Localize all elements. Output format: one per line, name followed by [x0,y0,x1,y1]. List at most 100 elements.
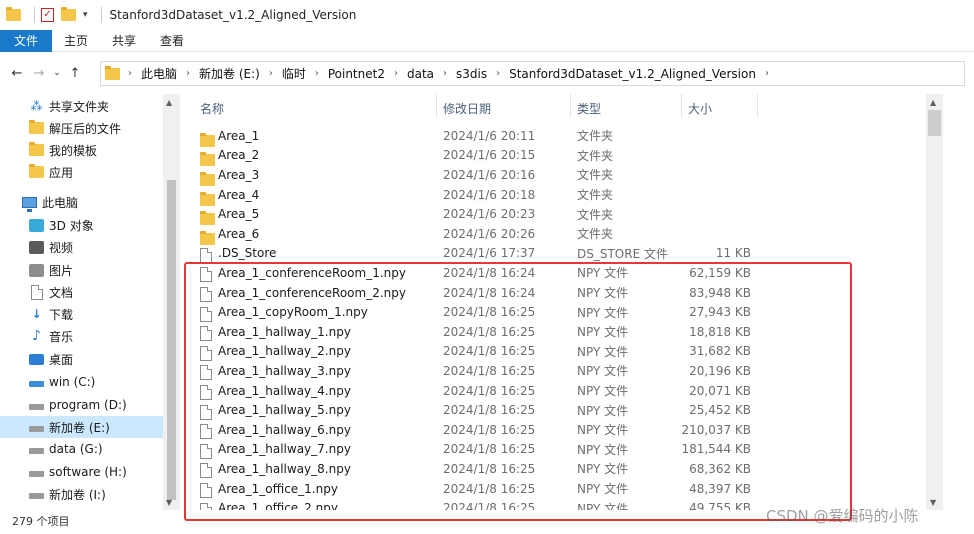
sidebar-item-label: 视频 [49,240,74,255]
column-header-date[interactable]: 修改日期 [443,100,491,117]
breadcrumb-s3dis[interactable]: s3dis [456,67,487,81]
sidebar-item-documents[interactable]: 文档 [0,281,163,303]
sidebar-item-drive-e[interactable]: 新加卷 (E:) [0,416,163,438]
breadcrumb-current-folder[interactable]: Stanford3dDataset_v1.2_Aligned_Version [509,67,756,81]
drive-icon [29,448,44,454]
drive-icon [29,493,44,499]
sort-ascending-icon: ^ [312,94,320,101]
scrollbar-thumb[interactable] [167,180,176,500]
file-name: Area_6 [218,226,260,241]
scroll-up-arrow-icon[interactable]: ▲ [930,98,936,107]
tab-view[interactable]: 查看 [148,30,196,52]
drive-icon [29,381,44,387]
column-header-type[interactable]: 类型 [577,100,601,117]
file-list-scrollbar[interactable]: ▲ ▼ [926,94,943,510]
file-modified-date: 2024/1/6 20:15 [443,148,536,163]
sidebar-item-desktop[interactable]: 桌面 [0,348,163,370]
file-row[interactable]: Area_1 2024/1/6 20:11 文件夹 [180,126,926,147]
breadcrumb-separator-icon[interactable]: › [269,68,273,79]
customize-toolbar-dropdown-icon[interactable]: ▾ [83,10,88,20]
file-name: Area_2 [218,148,260,163]
file-row[interactable]: .DS_Store 2024/1/6 17:37 DS_STORE 文件 11 KB [180,244,926,264]
sidebar-item-apps[interactable]: 应用 [0,161,163,183]
sidebar-item-drive-d[interactable]: program (D:) [0,394,163,416]
sidebar-item-drive-g[interactable]: data (G:) [0,438,163,460]
breadcrumb-pointnet2[interactable]: Pointnet2 [328,67,385,81]
properties-checkmark-icon[interactable]: ✓ [41,8,54,22]
back-arrow-icon[interactable]: ← [6,66,28,81]
sidebar-item-pictures[interactable]: 图片 [0,259,163,281]
sidebar-item-downloads[interactable]: ↓ 下载 [0,303,163,325]
sidebar-item-extracted-files[interactable]: 解压后的文件 [0,117,163,139]
computer-icon [22,196,37,212]
breadcrumb-separator-icon[interactable]: › [496,68,500,79]
file-row[interactable]: Area_6 2024/1/6 20:26 文件夹 [180,224,926,245]
file-explorer-window: ✓ ▾ Stanford3dDataset_v1.2_Aligned_Versi… [0,0,974,534]
file-modified-date: 2024/1/6 17:37 [443,246,536,261]
sidebar-item-label: 共享文件夹 [49,99,110,114]
breadcrumb-separator-icon[interactable]: › [186,68,190,79]
drive-icon [29,404,44,410]
column-divider[interactable] [436,94,437,118]
breadcrumb-separator-icon[interactable]: › [394,68,398,79]
file-name: Area_3 [218,167,260,182]
navigation-pane: ⁂ 共享文件夹 解压后的文件 我的模板 应用 此电脑 3D 对象 视频 图片 文档… [0,94,180,510]
breadcrumb-separator-icon[interactable]: › [443,68,447,79]
recent-locations-chevron-icon[interactable]: ⌄ [50,68,64,78]
3d-objects-icon [29,218,44,232]
tab-home[interactable]: 主页 [52,30,100,52]
navigation-pane-scrollbar[interactable]: ▲ ▼ [163,94,180,510]
sidebar-item-drive-c[interactable]: win (C:) [0,371,163,393]
scroll-up-arrow-icon[interactable]: ▲ [166,98,172,107]
scrollbar-thumb[interactable] [928,110,941,136]
ribbon-tabs: 文件 主页 共享 查看 [0,30,974,52]
sidebar-item-shared-folder[interactable]: ⁂ 共享文件夹 [0,95,163,117]
file-row[interactable]: Area_5 2024/1/6 20:23 文件夹 [180,204,926,226]
address-bar[interactable]: › 此电脑 › 新加卷 (E:) › 临时 › Pointnet2 › data… [100,61,965,86]
file-row[interactable]: Area_4 2024/1/6 20:18 文件夹 [180,185,926,206]
drive-icon [29,426,44,432]
file-row[interactable]: Area_3 2024/1/6 20:16 文件夹 [180,165,926,186]
sidebar-item-label: 图片 [49,263,74,278]
sidebar-item-music[interactable]: ♪ 音乐 [0,325,163,347]
file-type: 文件夹 [577,227,614,242]
file-name: Area_5 [218,207,260,222]
drive-icon [29,471,44,477]
column-header-size[interactable]: 大小 [688,100,712,117]
breadcrumb-separator-icon[interactable]: › [128,68,132,79]
sidebar-item-label: data (G:) [49,442,103,456]
file-type: 文件夹 [577,188,614,203]
sidebar-item-videos[interactable]: 视频 [0,236,163,258]
breadcrumb-temp[interactable]: 临时 [282,65,306,82]
sidebar-item-label: 桌面 [49,352,74,367]
forward-arrow-icon[interactable]: → [28,66,50,81]
column-header-name[interactable]: 名称 [200,100,224,117]
tab-share[interactable]: 共享 [100,30,148,52]
breadcrumb-drive-e[interactable]: 新加卷 (E:) [199,65,260,82]
sidebar-item-drive-h[interactable]: software (H:) [0,461,163,483]
breadcrumb-separator-icon[interactable]: › [765,68,769,79]
column-divider[interactable] [681,94,682,118]
folder-icon [29,164,44,178]
sidebar-item-this-pc[interactable]: 此电脑 [0,191,163,213]
column-divider[interactable] [757,94,758,118]
file-size: 11 KB [715,246,751,261]
scroll-down-arrow-icon[interactable]: ▼ [930,498,936,507]
sidebar-item-label: 下载 [49,307,74,322]
sidebar-item-3d-objects[interactable]: 3D 对象 [0,214,163,236]
tab-file[interactable]: 文件 [0,30,52,52]
sidebar-item-my-templates[interactable]: 我的模板 [0,139,163,161]
toolbar-divider [34,7,35,23]
column-divider[interactable] [570,94,571,118]
sidebar-item-drive-i[interactable]: 新加卷 (I:) [0,483,163,505]
file-type: 文件夹 [577,148,614,163]
watermark: CSDN @爱编码的小陈 [766,507,919,525]
sidebar-item-label: software (H:) [49,465,127,479]
breadcrumb-separator-icon[interactable]: › [315,68,319,79]
up-arrow-icon[interactable]: ↑ [64,66,86,81]
breadcrumb-data[interactable]: data [407,67,434,81]
breadcrumb-this-pc[interactable]: 此电脑 [141,65,177,82]
scroll-down-arrow-icon[interactable]: ▼ [166,498,172,507]
new-folder-icon[interactable] [61,7,76,21]
file-row[interactable]: Area_2 2024/1/6 20:15 文件夹 [180,146,926,167]
